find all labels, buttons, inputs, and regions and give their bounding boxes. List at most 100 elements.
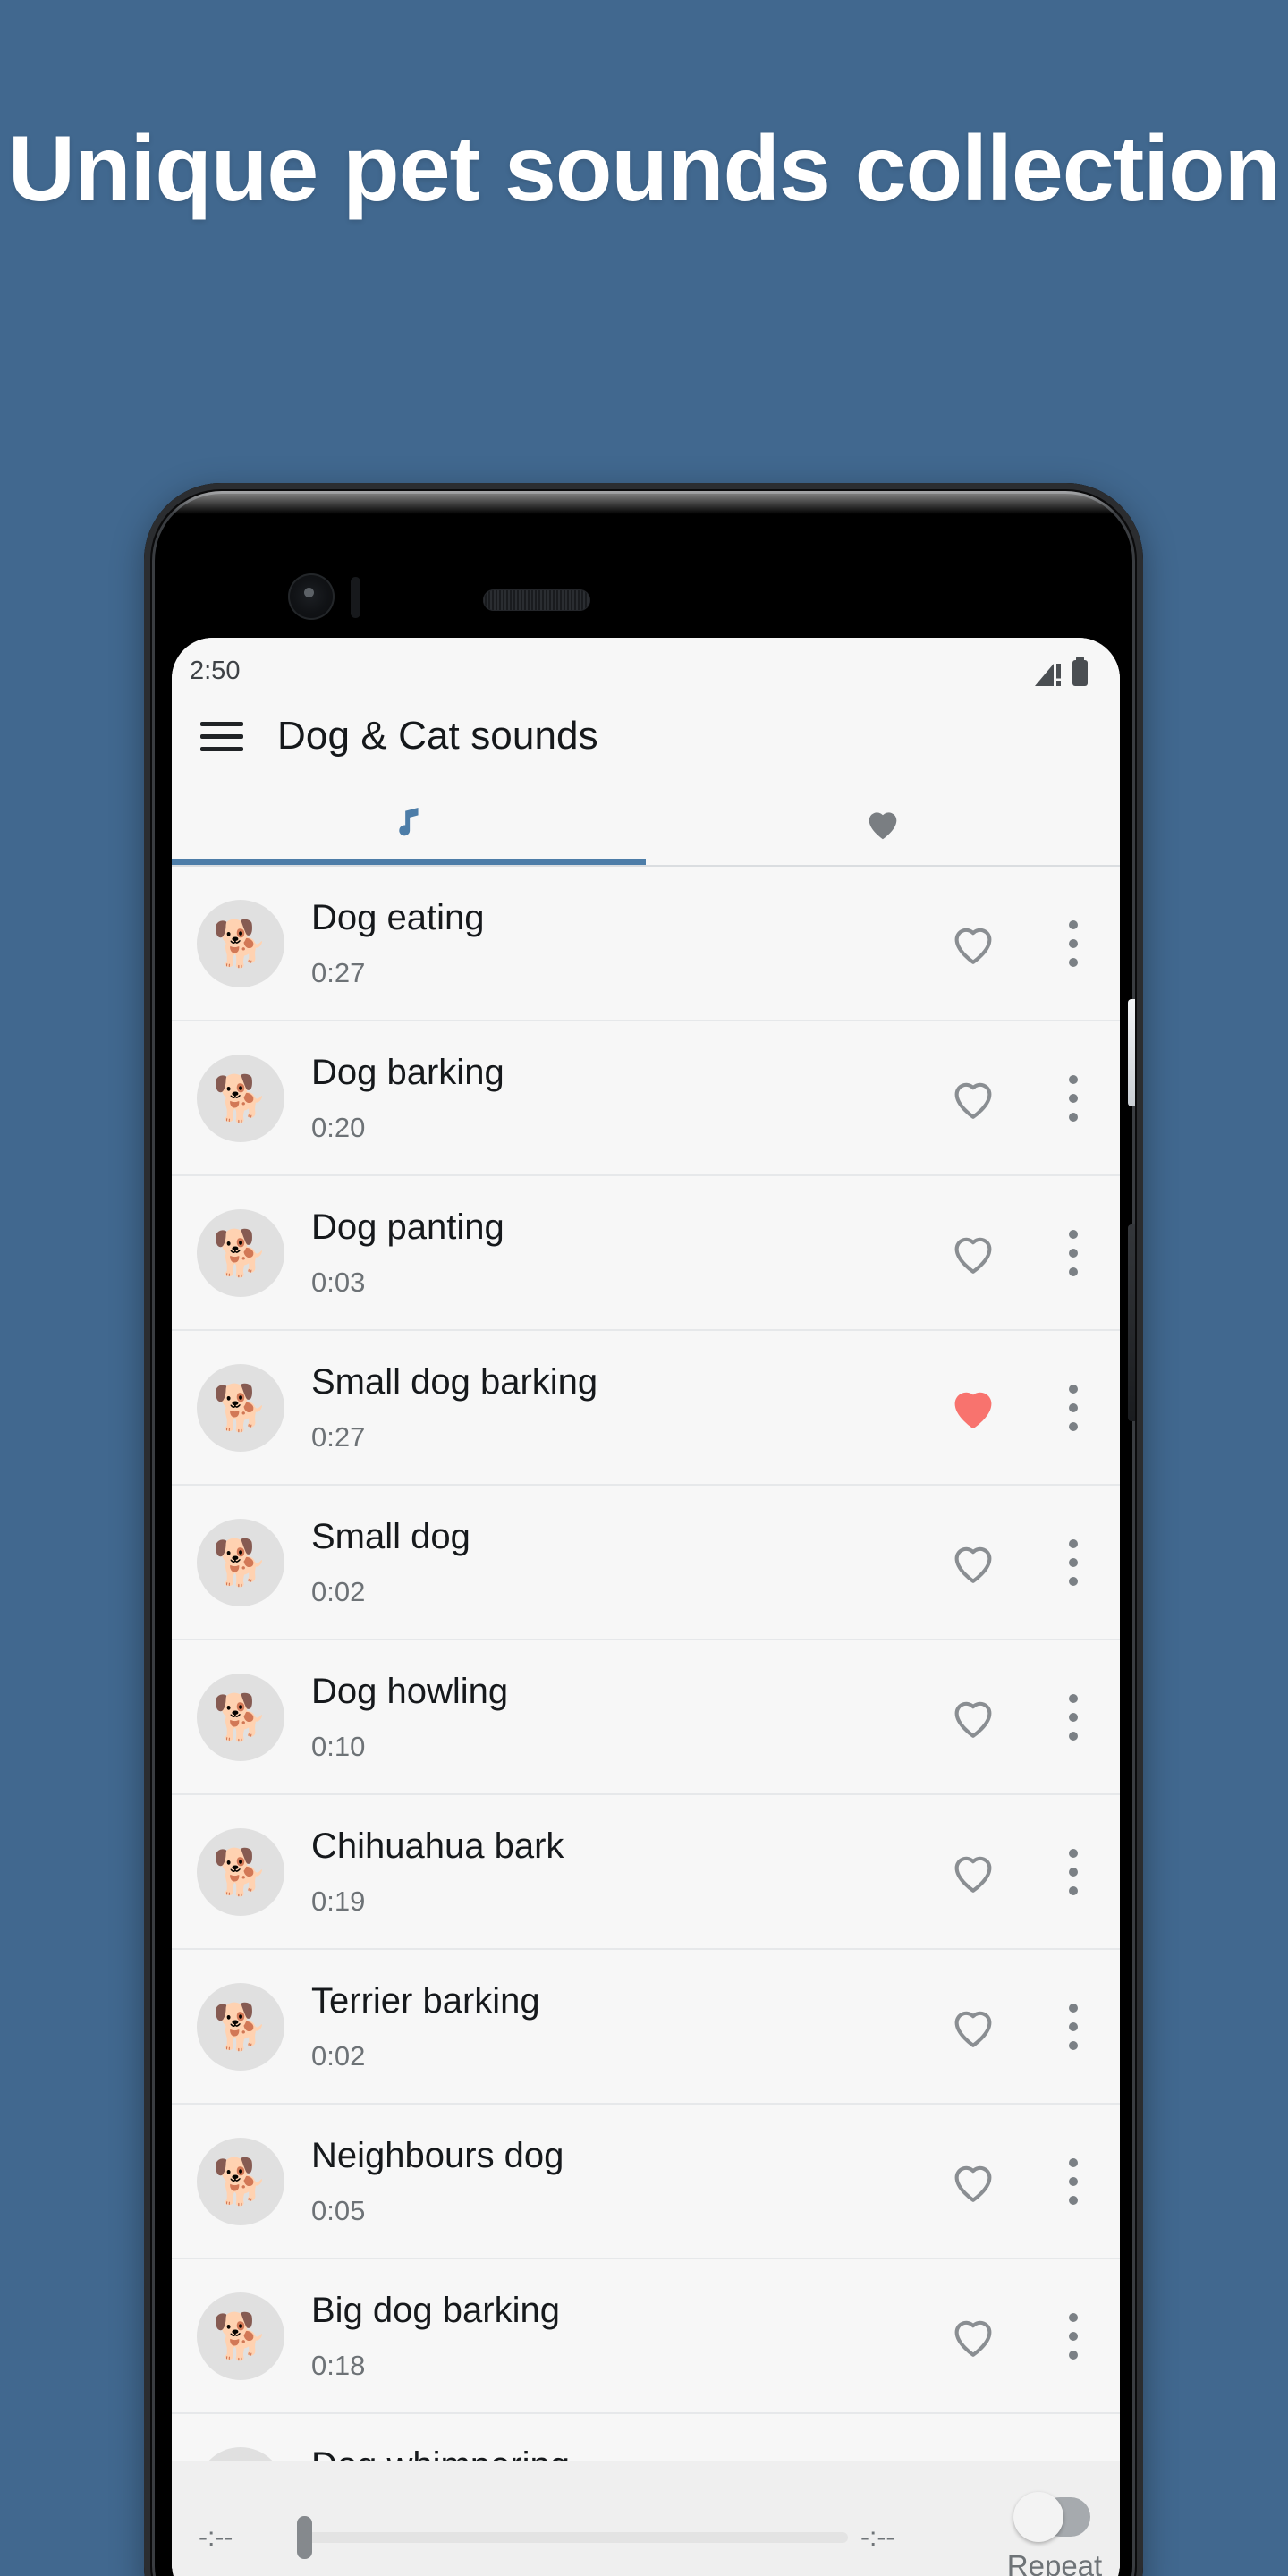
list-item[interactable]: 🐕 Big dog barking 0:18 (172, 2259, 1120, 2414)
heart-icon (954, 1856, 992, 1893)
overflow-menu-icon[interactable] (1027, 2003, 1120, 2050)
front-camera-icon (288, 573, 335, 620)
heart-icon (954, 1237, 992, 1274)
heart-icon (954, 1701, 992, 1738)
overflow-menu-icon[interactable] (1027, 1384, 1120, 1431)
heart-icon (954, 928, 992, 964)
hamburger-menu-icon[interactable] (197, 711, 247, 761)
bezel-sheen (152, 491, 1135, 514)
heart-icon (954, 1082, 992, 1119)
dog-golden-retriever-emoji: 🐕 (197, 1827, 284, 1916)
list-item-duration: 0:27 (311, 1420, 366, 1453)
battery-full-icon (1072, 657, 1088, 686)
list-item[interactable]: 🐕 Terrier barking 0:02 (172, 1950, 1120, 2105)
list-item-title: Dog panting (311, 1207, 504, 1247)
tab-bar (172, 783, 1120, 865)
overflow-menu-icon[interactable] (1027, 1229, 1120, 1276)
favorite-button[interactable] (919, 1691, 1027, 1743)
dog-schnauzer-emoji: 🐕 (197, 1363, 284, 1452)
player-seek-bar[interactable] (297, 2516, 848, 2559)
list-item-duration: 0:02 (311, 1575, 366, 1607)
list-item-duration: 0:05 (311, 2194, 366, 2226)
proximity-sensor-icon (351, 577, 360, 618)
phone-screen-glass: 2:50 Dog & Cat sounds 🐕 Dog eating 0:27 … (152, 491, 1135, 2576)
list-item-text: Dog panting 0:03 (311, 1208, 919, 1299)
dog-doberman-emoji: 🐕 (197, 1518, 284, 1606)
tab-active-indicator (172, 859, 646, 865)
repeat-label: Repeat (1006, 2549, 1103, 2576)
list-item[interactable]: 🐕 Small dog 0:02 (172, 1486, 1120, 1640)
list-item-title: Dog barking (311, 1052, 504, 1092)
list-item-title: Small dog (311, 1516, 470, 1556)
repeat-toggle[interactable] (1013, 2492, 1096, 2542)
heart-icon (954, 1392, 992, 1428)
favorite-button[interactable] (919, 1382, 1027, 1434)
list-item[interactable]: 🐕 Chihuahua bark 0:19 (172, 1795, 1120, 1950)
list-item-duration: 0:10 (311, 1730, 366, 1762)
favorite-button[interactable] (919, 918, 1027, 970)
dog-brown-emoji: 🐕 (197, 2137, 284, 2225)
volume-rocker[interactable] (1128, 1224, 1135, 1421)
list-item-text: Chihuahua bark 0:19 (311, 1826, 919, 1918)
list-item[interactable]: 🐕 Small dog barking 0:27 (172, 1331, 1120, 1486)
heart-icon (869, 812, 897, 840)
favorite-button[interactable] (919, 1537, 1027, 1589)
favorite-button[interactable] (919, 2156, 1027, 2207)
app-title: Dog & Cat sounds (277, 714, 598, 758)
list-item[interactable]: 🐕 Dog howling 0:10 (172, 1640, 1120, 1795)
status-time: 2:50 (190, 657, 241, 685)
player-total-time: -:-- (860, 2522, 895, 2552)
phone-mockup: 2:50 Dog & Cat sounds 🐕 Dog eating 0:27 … (144, 483, 1143, 2576)
favorite-button[interactable] (919, 2001, 1027, 2053)
list-item-title: Neighbours dog (311, 2135, 564, 2175)
list-item-text: Terrier barking 0:02 (311, 1981, 919, 2072)
favorite-button[interactable] (919, 2310, 1027, 2362)
power-button[interactable] (1128, 999, 1135, 1106)
app-bar: Dog & Cat sounds (172, 690, 1120, 783)
favorite-button[interactable] (919, 1846, 1027, 1898)
player-elapsed-time: -:-- (199, 2522, 233, 2552)
heart-icon (954, 2320, 992, 2357)
tab-sounds[interactable] (172, 783, 646, 865)
page-title: Unique pet sounds collection (7, 117, 1281, 221)
list-item-text: Dog eating 0:27 (311, 898, 919, 989)
repeat-toggle-thumb (1013, 2492, 1063, 2542)
list-item[interactable]: 🐕 Dog eating 0:27 (172, 867, 1120, 1021)
dog-boxer-emoji: 🐕 (197, 1054, 284, 1142)
earpiece-speaker-icon (483, 589, 590, 611)
overflow-menu-icon[interactable] (1027, 2312, 1120, 2360)
list-item-duration: 0:18 (311, 2349, 366, 2381)
overflow-menu-icon[interactable] (1027, 1538, 1120, 1586)
list-item-text: Dog barking 0:20 (311, 1053, 919, 1144)
dog-howling-emoji: 🐕 (197, 1673, 284, 1761)
list-item-title: Chihuahua bark (311, 1826, 564, 1866)
list-item-duration: 0:27 (311, 956, 366, 988)
tab-favourites[interactable] (646, 783, 1120, 865)
list-item-duration: 0:02 (311, 2039, 366, 2072)
dog-beagle-emoji: 🐕 (197, 1208, 284, 1297)
favorite-button[interactable] (919, 1227, 1027, 1279)
list-item-text: Small dog 0:02 (311, 1517, 919, 1608)
app-screen: 2:50 Dog & Cat sounds 🐕 Dog eating 0:27 … (172, 638, 1120, 2576)
player-seek-thumb[interactable] (297, 2516, 312, 2559)
favorite-button[interactable] (919, 1072, 1027, 1124)
overflow-menu-icon[interactable] (1027, 1848, 1120, 1895)
status-icons (1035, 657, 1088, 690)
list-item[interactable]: 🐕 Dog panting 0:03 (172, 1176, 1120, 1331)
list-item[interactable]: 🐕 Neighbours dog 0:05 (172, 2105, 1120, 2259)
sound-list[interactable]: 🐕 Dog eating 0:27 🐕 Dog barking 0:20 🐕 Dog pant… (172, 867, 1120, 2569)
list-item-title: Terrier barking (311, 1980, 540, 2021)
list-item-duration: 0:03 (311, 1266, 366, 1298)
dog-german-shepherd-emoji: 🐕 (197, 899, 284, 987)
list-item-title: Small dog barking (311, 1361, 598, 1402)
list-item[interactable]: 🐕 Dog barking 0:20 (172, 1021, 1120, 1176)
list-item-title: Dog eating (311, 897, 485, 937)
overflow-menu-icon[interactable] (1027, 2157, 1120, 2205)
list-item-text: Big dog barking 0:18 (311, 2291, 919, 2382)
list-item-title: Big dog barking (311, 2290, 560, 2330)
overflow-menu-icon[interactable] (1027, 1074, 1120, 1122)
overflow-menu-icon[interactable] (1027, 919, 1120, 967)
list-item-title: Dog howling (311, 1671, 509, 1711)
heart-icon (954, 1546, 992, 1583)
overflow-menu-icon[interactable] (1027, 1693, 1120, 1741)
